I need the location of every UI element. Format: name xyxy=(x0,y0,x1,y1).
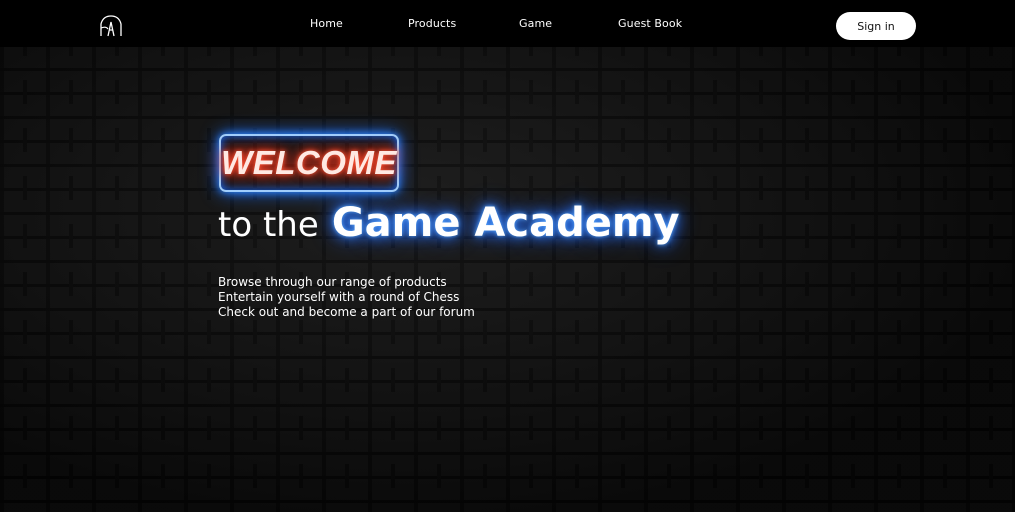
sign-in-button[interactable]: Sign in xyxy=(836,12,916,40)
description-line: Check out and become a part of our forum xyxy=(218,305,475,319)
top-navbar: Home Products Game Guest Book Sign in xyxy=(0,0,1015,47)
nav-products-link[interactable]: Products xyxy=(408,17,456,30)
tagline-brand-name: Game Academy xyxy=(331,200,680,246)
nav-home-link[interactable]: Home xyxy=(310,17,343,30)
description-line: Entertain yourself with a round of Chess xyxy=(218,290,460,304)
description-line: Browse through our range of products xyxy=(218,275,447,289)
hero-tagline: to the Game Academy xyxy=(218,200,680,246)
welcome-neon-sign: WELCOME xyxy=(219,134,399,192)
nav-game-link[interactable]: Game xyxy=(519,17,552,30)
page: Home Products Game Guest Book Sign in WE… xyxy=(0,0,1015,512)
academy-logo-icon[interactable] xyxy=(99,14,123,38)
hero-description: Browse through our range of products Ent… xyxy=(218,275,475,320)
tagline-prefix: to the xyxy=(218,205,319,245)
brick-wall-background xyxy=(0,47,1015,512)
welcome-sign-text: WELCOME xyxy=(221,144,397,181)
nav-guest-book-link[interactable]: Guest Book xyxy=(618,17,682,30)
